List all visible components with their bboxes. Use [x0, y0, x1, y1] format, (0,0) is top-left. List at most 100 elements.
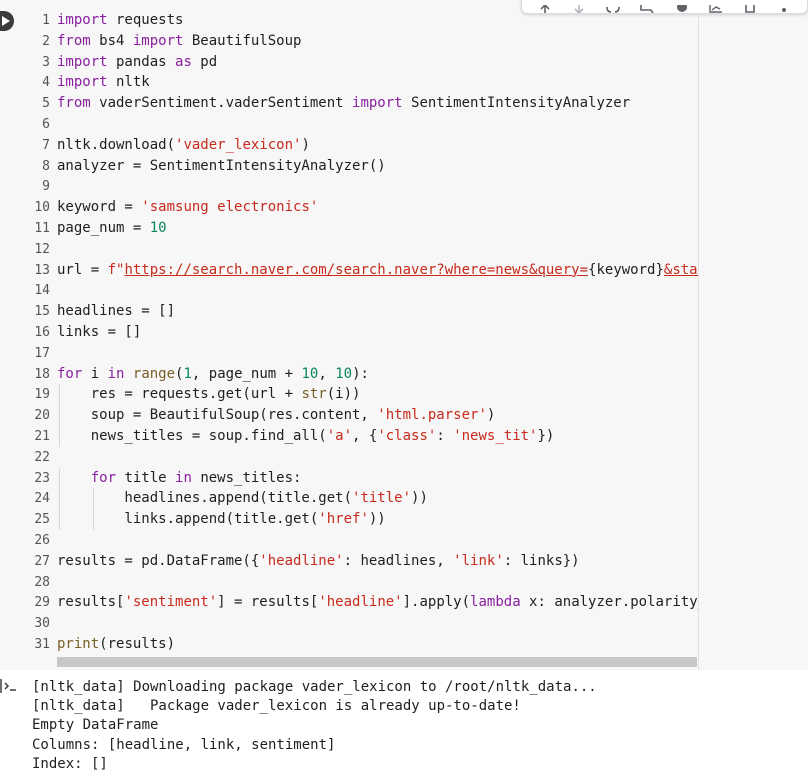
code-text: news_titles = soup.find_all('a', {'class…: [57, 426, 555, 447]
code-line: 16 links = []: [26, 322, 698, 343]
code-token: , {: [352, 427, 378, 444]
code-token: ): [301, 136, 310, 153]
copy-icon[interactable]: [741, 3, 759, 13]
code-token: 'sentiment': [124, 594, 218, 611]
code-token: ].apply(: [402, 594, 471, 611]
code-token: links = []: [57, 323, 142, 340]
code-token: ):: [352, 365, 369, 382]
code-token: x: analyzer.polarity_scores(x)[: [529, 594, 698, 611]
code-token: nltk: [107, 74, 150, 91]
line-number: 13: [34, 262, 50, 278]
indent-guide: [59, 467, 60, 489]
code-token: 'title': [352, 490, 412, 507]
more-vert-icon[interactable]: [775, 3, 793, 13]
indent-guide: [92, 509, 94, 530]
code-token: &start=": [663, 261, 698, 278]
line-number: 4: [42, 75, 50, 91]
line-number: 7: [42, 137, 50, 153]
line-number: 25: [34, 512, 50, 528]
code-text: res = requests.get(url + str(i)): [57, 384, 361, 405]
code-text: soup = BeautifulSoup(res.content, 'html.…: [57, 405, 496, 426]
arrow-up-icon[interactable]: [536, 3, 554, 13]
code-token: headlines = []: [57, 303, 176, 320]
code-token: results[: [57, 594, 125, 611]
code-line: 15 headlines = []: [26, 301, 698, 322]
line-number: 20: [34, 408, 50, 424]
line-number: 1: [42, 13, 50, 28]
code-line: 31 print(results): [26, 634, 698, 655]
code-token: vaderSentiment.vaderSentiment: [90, 95, 353, 112]
editor-right-margin: [698, 0, 808, 670]
line-number: 26: [34, 532, 50, 548]
code-text: import requests: [57, 10, 183, 31]
code-token: 10: [149, 219, 167, 236]
line-number: 11: [34, 220, 50, 236]
line-number: 3: [42, 54, 50, 70]
line-number: 17: [34, 345, 50, 361]
code-line: 7 nltk.download('vader_lexicon'): [26, 135, 698, 156]
output-icon[interactable]: [0, 678, 18, 694]
code-token: for: [57, 365, 83, 382]
cell-gutter: [0, 0, 26, 670]
line-number: 18: [34, 366, 50, 382]
code-token: news_titles:: [191, 469, 302, 486]
code-token: import: [57, 12, 108, 28]
indent-guide: [59, 425, 60, 447]
line-number: 14: [34, 283, 50, 299]
line-number: 30: [34, 616, 50, 632]
run-cell-button[interactable]: [0, 11, 14, 31]
code-token: 10: [335, 365, 353, 382]
code-text: results['sentiment'] = results['headline…: [57, 592, 698, 613]
chart-icon[interactable]: [707, 3, 725, 13]
output-line: [nltk_data] Package vader_lexicon is alr…: [32, 698, 521, 715]
code-text: nltk.download('vader_lexicon'): [57, 135, 310, 156]
line-number: 24: [34, 491, 50, 507]
code-token: soup = BeautifulSoup(res.content,: [57, 407, 378, 424]
cell-toolbar: [521, 0, 808, 14]
code-text: from vaderSentiment.vaderSentiment impor…: [57, 93, 630, 114]
code-line: 14: [26, 280, 698, 301]
code-line: 19 res = requests.get(url + str(i)): [26, 384, 698, 406]
code-token: : links}): [503, 552, 580, 569]
indent-guide: [59, 405, 60, 426]
code-text: import nltk: [57, 72, 150, 93]
code-token: for: [90, 469, 117, 486]
link-icon[interactable]: [604, 3, 622, 13]
code-line: 18 for i in range(1, page_num + 10, 10):: [26, 364, 698, 385]
code-token: range: [132, 365, 176, 382]
line-number: 22: [34, 449, 50, 465]
code-line: 20 soup = BeautifulSoup(res.content, 'ht…: [26, 405, 698, 426]
code-token: from: [57, 95, 91, 112]
code-token: lambda: [470, 594, 521, 611]
code-editor[interactable]: 1 import requests 2 from bs4 import Beautif…: [26, 0, 698, 670]
output-text: [nltk_data] Downloading package vader_le…: [32, 678, 597, 774]
code-line: 9: [26, 176, 698, 197]
code-token: 'class': [377, 427, 437, 444]
settings-icon[interactable]: [673, 3, 691, 13]
code-cell[interactable]: 1 import requests 2 from bs4 import Beautif…: [0, 0, 808, 670]
code-line: 22: [26, 447, 698, 468]
code-token: 'href': [318, 511, 369, 528]
line-number: 5: [42, 96, 50, 112]
horizontal-scrollbar[interactable]: [57, 657, 697, 667]
code-token: requests: [107, 12, 184, 28]
code-token: pd: [191, 53, 218, 70]
code-text: from bs4 import BeautifulSoup: [57, 31, 301, 52]
code-line: 21 news_titles = soup.find_all('a', {'cl…: [26, 425, 698, 447]
code-token: res = requests.get(url +: [57, 386, 302, 403]
code-token: 'headline': [259, 552, 344, 569]
code-text: for title in news_titles:: [57, 468, 302, 489]
code-token: 'a': [326, 427, 353, 444]
comment-icon[interactable]: [638, 3, 656, 13]
code-token: bs4: [90, 32, 133, 49]
code-token: 'samsung electronics': [141, 199, 319, 216]
output-line: Index: []: [32, 755, 108, 772]
line-number: 6: [42, 116, 50, 132]
code-token: 'headline': [318, 594, 403, 611]
code-token: str: [301, 386, 327, 403]
line-number: 9: [42, 179, 50, 195]
arrow-down-icon[interactable]: [570, 3, 588, 13]
code-token: as: [175, 53, 192, 70]
code-line: 13 url = f"https://search.naver.com/searc…: [26, 260, 698, 281]
